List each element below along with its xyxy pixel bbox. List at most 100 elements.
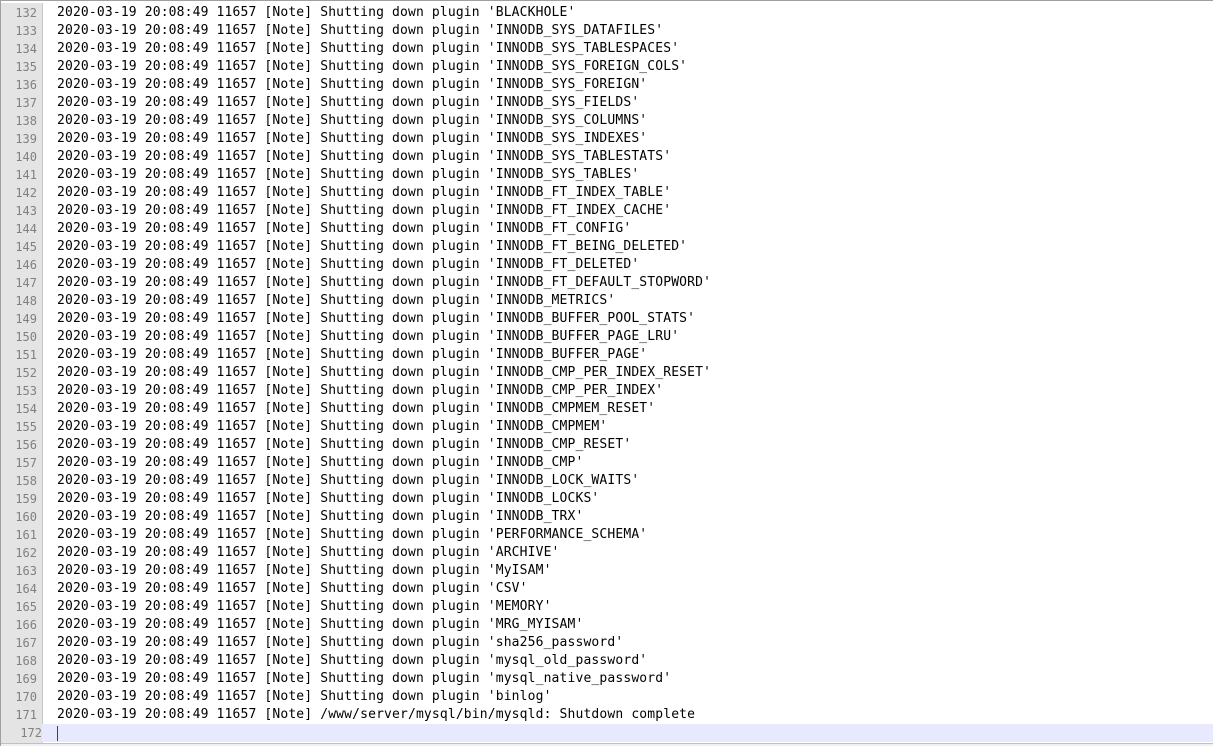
editor-line[interactable]: 151 2020-03-19 20:08:49 11657 [Note] Shut…: [1, 346, 1213, 364]
line-number: 148: [15, 294, 37, 308]
line-number: 150: [15, 330, 37, 344]
editor-line[interactable]: 141 2020-03-19 20:08:49 11657 [Note] Shut…: [1, 166, 1213, 184]
line-text[interactable]: 2020-03-19 20:08:49 11657 [Note] Shuttin…: [57, 292, 615, 310]
editor-line[interactable]: 171 2020-03-19 20:08:49 11657 [Note] /www…: [1, 706, 1213, 724]
editor-line[interactable]: 142 2020-03-19 20:08:49 11657 [Note] Shut…: [1, 184, 1213, 202]
line-number: 156: [15, 438, 37, 452]
editor-line[interactable]: 134 2020-03-19 20:08:49 11657 [Note] Shut…: [1, 40, 1213, 58]
editor-line[interactable]: 156 2020-03-19 20:08:49 11657 [Note] Shut…: [1, 436, 1213, 454]
editor-line[interactable]: 137 2020-03-19 20:08:49 11657 [Note] Shut…: [1, 94, 1213, 112]
line-text[interactable]: 2020-03-19 20:08:49 11657 [Note] Shuttin…: [57, 274, 711, 292]
line-text[interactable]: 2020-03-19 20:08:49 11657 [Note] Shuttin…: [57, 634, 623, 652]
line-text[interactable]: 2020-03-19 20:08:49 11657 [Note] Shuttin…: [57, 112, 647, 130]
editor-line[interactable]: 157 2020-03-19 20:08:49 11657 [Note] Shut…: [1, 454, 1213, 472]
line-text[interactable]: 2020-03-19 20:08:49 11657 [Note] Shuttin…: [57, 238, 687, 256]
line-text[interactable]: 2020-03-19 20:08:49 11657 [Note] Shuttin…: [57, 598, 552, 616]
editor-line[interactable]: 138 2020-03-19 20:08:49 11657 [Note] Shut…: [1, 112, 1213, 130]
line-text[interactable]: 2020-03-19 20:08:49 11657 [Note] Shuttin…: [57, 472, 639, 490]
editor-line[interactable]: 145 2020-03-19 20:08:49 11657 [Note] Shut…: [1, 238, 1213, 256]
line-number: 155: [15, 420, 37, 434]
editor-line[interactable]: 140 2020-03-19 20:08:49 11657 [Note] Shut…: [1, 148, 1213, 166]
editor-line[interactable]: 147 2020-03-19 20:08:49 11657 [Note] Shut…: [1, 274, 1213, 292]
editor-line[interactable]: 168 2020-03-19 20:08:49 11657 [Note] Shut…: [1, 652, 1213, 670]
editor-line[interactable]: 165 2020-03-19 20:08:49 11657 [Note] Shut…: [1, 598, 1213, 616]
line-text[interactable]: 2020-03-19 20:08:49 11657 [Note] Shuttin…: [57, 202, 671, 220]
editor-line[interactable]: 135 2020-03-19 20:08:49 11657 [Note] Shut…: [1, 58, 1213, 76]
line-text[interactable]: 2020-03-19 20:08:49 11657 [Note] Shuttin…: [57, 364, 711, 382]
line-text[interactable]: 2020-03-19 20:08:49 11657 [Note] Shuttin…: [57, 346, 647, 364]
editor-line[interactable]: 136 2020-03-19 20:08:49 11657 [Note] Shut…: [1, 76, 1213, 94]
line-text[interactable]: 2020-03-19 20:08:49 11657 [Note] Shuttin…: [57, 166, 639, 184]
line-number: 139: [15, 132, 37, 146]
editor-line[interactable]: 155 2020-03-19 20:08:49 11657 [Note] Shut…: [1, 418, 1213, 436]
line-text[interactable]: 2020-03-19 20:08:49 11657 [Note] Shuttin…: [57, 40, 679, 58]
line-text[interactable]: 2020-03-19 20:08:49 11657 [Note] Shuttin…: [57, 544, 560, 562]
editor-line[interactable]: 169 2020-03-19 20:08:49 11657 [Note] Shut…: [1, 670, 1213, 688]
line-text[interactable]: 2020-03-19 20:08:49 11657 [Note] Shuttin…: [57, 670, 671, 688]
editor-line[interactable]: 154 2020-03-19 20:08:49 11657 [Note] Shut…: [1, 400, 1213, 418]
line-text[interactable]: 2020-03-19 20:08:49 11657 [Note] Shuttin…: [57, 22, 663, 40]
line-text[interactable]: 2020-03-19 20:08:49 11657 [Note] Shuttin…: [57, 130, 647, 148]
line-text[interactable]: 2020-03-19 20:08:49 11657 [Note] Shuttin…: [57, 454, 583, 472]
line-number: 162: [15, 546, 37, 560]
line-number: 144: [15, 222, 37, 236]
editor-line[interactable]: 164 2020-03-19 20:08:49 11657 [Note] Shut…: [1, 580, 1213, 598]
line-text[interactable]: 2020-03-19 20:08:49 11657 [Note] /www/se…: [57, 706, 695, 724]
line-text[interactable]: 2020-03-19 20:08:49 11657 [Note] Shuttin…: [57, 616, 583, 634]
editor-line[interactable]: 143 2020-03-19 20:08:49 11657 [Note] Shut…: [1, 202, 1213, 220]
editor-line[interactable]: 139 2020-03-19 20:08:49 11657 [Note] Shut…: [1, 130, 1213, 148]
editor-line[interactable]: 167 2020-03-19 20:08:49 11657 [Note] Shut…: [1, 634, 1213, 652]
line-number: 164: [15, 582, 37, 596]
line-text[interactable]: 2020-03-19 20:08:49 11657 [Note] Shuttin…: [57, 256, 639, 274]
line-text[interactable]: 2020-03-19 20:08:49 11657 [Note] Shuttin…: [57, 400, 655, 418]
editor-line-current[interactable]: 172: [1, 724, 1213, 742]
editor-line[interactable]: 150 2020-03-19 20:08:49 11657 [Note] Shut…: [1, 328, 1213, 346]
line-number: 161: [15, 528, 37, 542]
line-text[interactable]: 2020-03-19 20:08:49 11657 [Note] Shuttin…: [57, 382, 663, 400]
editor-line[interactable]: 158 2020-03-19 20:08:49 11657 [Note] Shut…: [1, 472, 1213, 490]
line-text[interactable]: 2020-03-19 20:08:49 11657 [Note] Shuttin…: [57, 490, 599, 508]
line-number: 168: [15, 654, 37, 668]
line-number: 166: [15, 618, 37, 632]
line-text[interactable]: 2020-03-19 20:08:49 11657 [Note] Shuttin…: [57, 94, 639, 112]
line-text[interactable]: 2020-03-19 20:08:49 11657 [Note] Shuttin…: [57, 310, 695, 328]
editor-line[interactable]: 163 2020-03-19 20:08:49 11657 [Note] Shut…: [1, 562, 1213, 580]
line-text[interactable]: 2020-03-19 20:08:49 11657 [Note] Shuttin…: [57, 418, 607, 436]
line-text[interactable]: 2020-03-19 20:08:49 11657 [Note] Shuttin…: [57, 652, 647, 670]
line-text[interactable]: 2020-03-19 20:08:49 11657 [Note] Shuttin…: [57, 580, 528, 598]
line-text[interactable]: 2020-03-19 20:08:49 11657 [Note] Shuttin…: [57, 526, 647, 544]
line-text[interactable]: 2020-03-19 20:08:49 11657 [Note] Shuttin…: [57, 220, 631, 238]
editor-lines[interactable]: 132 2020-03-19 20:08:49 11657 [Note] Shut…: [1, 4, 1213, 742]
editor-line[interactable]: 133 2020-03-19 20:08:49 11657 [Note] Shut…: [1, 22, 1213, 40]
line-text[interactable]: 2020-03-19 20:08:49 11657 [Note] Shuttin…: [57, 184, 671, 202]
editor-line[interactable]: 132 2020-03-19 20:08:49 11657 [Note] Shut…: [1, 4, 1213, 22]
line-text[interactable]: 2020-03-19 20:08:49 11657 [Note] Shuttin…: [57, 4, 575, 22]
line-number: 160: [15, 510, 37, 524]
editor-line[interactable]: 159 2020-03-19 20:08:49 11657 [Note] Shut…: [1, 490, 1213, 508]
editor-line[interactable]: 166 2020-03-19 20:08:49 11657 [Note] Shut…: [1, 616, 1213, 634]
editor-line[interactable]: 161 2020-03-19 20:08:49 11657 [Note] Shut…: [1, 526, 1213, 544]
line-text[interactable]: 2020-03-19 20:08:49 11657 [Note] Shuttin…: [57, 58, 687, 76]
line-text[interactable]: 2020-03-19 20:08:49 11657 [Note] Shuttin…: [57, 148, 671, 166]
editor-line[interactable]: 146 2020-03-19 20:08:49 11657 [Note] Shut…: [1, 256, 1213, 274]
line-number: 154: [15, 402, 37, 416]
line-text[interactable]: 2020-03-19 20:08:49 11657 [Note] Shuttin…: [57, 328, 679, 346]
text-caret: [57, 726, 58, 741]
line-text[interactable]: 2020-03-19 20:08:49 11657 [Note] Shuttin…: [57, 562, 552, 580]
line-number: 135: [15, 60, 37, 74]
editor-line[interactable]: 148 2020-03-19 20:08:49 11657 [Note] Shut…: [1, 292, 1213, 310]
line-number: 146: [15, 258, 37, 272]
line-text[interactable]: 2020-03-19 20:08:49 11657 [Note] Shuttin…: [57, 436, 631, 454]
line-text[interactable]: 2020-03-19 20:08:49 11657 [Note] Shuttin…: [57, 76, 647, 94]
editor-line[interactable]: 153 2020-03-19 20:08:49 11657 [Note] Shut…: [1, 382, 1213, 400]
line-text[interactable]: 2020-03-19 20:08:49 11657 [Note] Shuttin…: [57, 688, 552, 706]
line-number: 152: [15, 366, 37, 380]
line-text[interactable]: 2020-03-19 20:08:49 11657 [Note] Shuttin…: [57, 508, 583, 526]
editor-line[interactable]: 149 2020-03-19 20:08:49 11657 [Note] Shut…: [1, 310, 1213, 328]
editor-line[interactable]: 152 2020-03-19 20:08:49 11657 [Note] Shut…: [1, 364, 1213, 382]
text-editor[interactable]: 132 2020-03-19 20:08:49 11657 [Note] Shut…: [0, 0, 1213, 746]
editor-line[interactable]: 160 2020-03-19 20:08:49 11657 [Note] Shut…: [1, 508, 1213, 526]
editor-line[interactable]: 170 2020-03-19 20:08:49 11657 [Note] Shut…: [1, 688, 1213, 706]
editor-line[interactable]: 162 2020-03-19 20:08:49 11657 [Note] Shut…: [1, 544, 1213, 562]
editor-line[interactable]: 144 2020-03-19 20:08:49 11657 [Note] Shut…: [1, 220, 1213, 238]
